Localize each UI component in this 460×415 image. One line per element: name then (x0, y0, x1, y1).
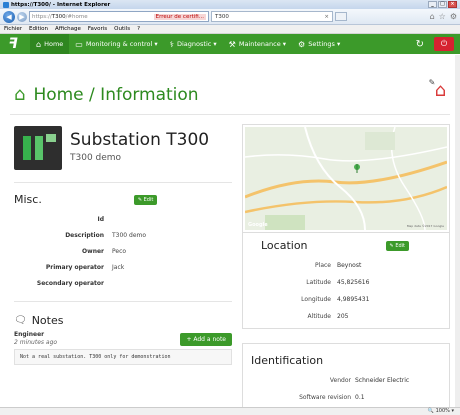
note-text: Not a real substation. T300 only for dem… (14, 349, 232, 365)
page-header: ⌂ Home / Information (14, 84, 199, 105)
location-table: Place Beynost Latitude 45,825616 Longitude… (301, 262, 370, 320)
address-input[interactable]: https://T300/#home Erreur de certifi... (29, 11, 209, 22)
set-home-icon[interactable]: ✎ ⌂ (429, 78, 446, 101)
add-note-button[interactable]: + Add a note (180, 333, 232, 346)
refresh-icon[interactable]: ↻ (416, 39, 424, 50)
maximize-button[interactable]: □ (438, 1, 447, 8)
app-logo-icon[interactable]: ꟻ (6, 36, 20, 52)
location-edit-button[interactable]: ✎ Edit (385, 240, 409, 251)
location-title: Location (261, 239, 308, 252)
nav-home[interactable]: ⌂ Home (30, 34, 70, 54)
ie-icon (3, 1, 9, 8)
misc-card: Misc. ✎ Edit Id Description T300 demo Own… (14, 182, 232, 287)
identification-card: Identification Vendor Schneider Electric … (242, 343, 450, 415)
device-subtitle: T300 demo (70, 153, 122, 163)
menu-affichage[interactable]: Affichage (55, 26, 81, 32)
stethoscope-icon: ⚕ (169, 39, 174, 49)
right-column: Google Map data ©2017 Google Location ✎ … (242, 124, 450, 415)
zoom-level[interactable]: 🔍 100% ▾ (428, 408, 454, 414)
misc-title: Misc. (14, 193, 42, 206)
ie-menu-bar: Fichier Edition Affichage Favoris Outils… (0, 25, 460, 34)
home-outline-icon: ⌂ (14, 84, 26, 105)
note-time: 2 minutes ago (14, 339, 58, 346)
forward-button[interactable]: ▶ (17, 11, 27, 22)
nav-monitoring[interactable]: ▭ Monitoring & control ▾ (69, 34, 163, 54)
google-logo: Google (248, 222, 268, 228)
nav-diagnostic[interactable]: ⚕ Diagnostic ▾ (164, 34, 223, 54)
status-bar: 🔍 100% ▾ (0, 407, 460, 415)
page-scrollbar[interactable] (455, 55, 460, 407)
map-card: Google Map data ©2017 Google (242, 124, 450, 233)
edit-pencil-icon: ✎ (428, 78, 436, 87)
tools-gear-icon[interactable]: ⚙ (450, 12, 457, 21)
misc-table: Id Description T300 demo Owner Peco Primar… (36, 216, 147, 287)
menu-fichier[interactable]: Fichier (4, 26, 22, 32)
favorites-star-icon[interactable]: ☆ (439, 12, 446, 21)
device-name: Substation T300 (70, 130, 210, 150)
menu-edition[interactable]: Edition (29, 26, 48, 32)
window-title: https://T300/ - Internet Explorer (11, 1, 111, 8)
note-author: Engineer (14, 331, 45, 338)
device-card: Substation T300 T300 demo (14, 124, 232, 172)
back-button[interactable]: ◀ (3, 10, 15, 23)
close-button[interactable]: × (448, 1, 457, 8)
comments-icon: 🗨 (14, 315, 27, 326)
menu-help[interactable]: ? (137, 26, 140, 32)
minimize-button[interactable]: _ (428, 1, 437, 8)
menu-favoris[interactable]: Favoris (88, 26, 107, 32)
location-card: Location ✎ Edit Place Beynost Latitude 45,… (242, 233, 450, 329)
nav-maintenance[interactable]: ⚒ Maintenance ▾ (223, 34, 292, 54)
identification-table: Vendor Schneider Electric Software revisi… (299, 377, 410, 401)
new-tab-button[interactable] (335, 12, 347, 21)
identification-title: Identification (251, 354, 324, 367)
menu-outils[interactable]: Outils (114, 26, 130, 32)
home-browser-icon[interactable]: ⌂ (430, 12, 435, 21)
browser-tab[interactable]: T300 × (211, 11, 333, 22)
misc-edit-button[interactable]: ✎ Edit (133, 194, 158, 205)
notes-header: 🗨 Notes (14, 301, 232, 327)
left-column: Substation T300 T300 demo Misc. ✎ Edit I… (14, 124, 232, 365)
header-divider (10, 114, 450, 115)
tab-title: T300 (215, 13, 229, 20)
tab-close-icon[interactable]: × (324, 14, 329, 20)
settings-icon: ⚙ (298, 39, 306, 49)
logout-button[interactable]: ⏻ (434, 37, 454, 51)
monitor-icon: ▭ (75, 39, 83, 49)
page-title: Home / Information (33, 84, 199, 105)
home-icon: ⌂ (36, 39, 42, 49)
certificate-error[interactable]: Erreur de certifi... (153, 13, 206, 20)
map-credit: Map data ©2017 Google (406, 224, 444, 228)
notes-title: Notes (31, 314, 64, 327)
wrench-icon: ⚒ (228, 39, 236, 49)
device-image (14, 126, 62, 170)
address-bar-row: ◀ ▶ https://T300/#home Erreur de certifi… (0, 9, 460, 25)
note-item: Engineer 2 minutes ago + Add a note (14, 331, 232, 346)
window-titlebar: https://T300/ - Internet Explorer _ □ × (0, 0, 460, 9)
location-map[interactable]: Google Map data ©2017 Google (245, 127, 447, 230)
app-navbar: ꟻ ⌂ Home ▭ Monitoring & control ▾ ⚕ Diag… (0, 34, 460, 54)
nav-settings[interactable]: ⚙ Settings ▾ (292, 34, 346, 54)
